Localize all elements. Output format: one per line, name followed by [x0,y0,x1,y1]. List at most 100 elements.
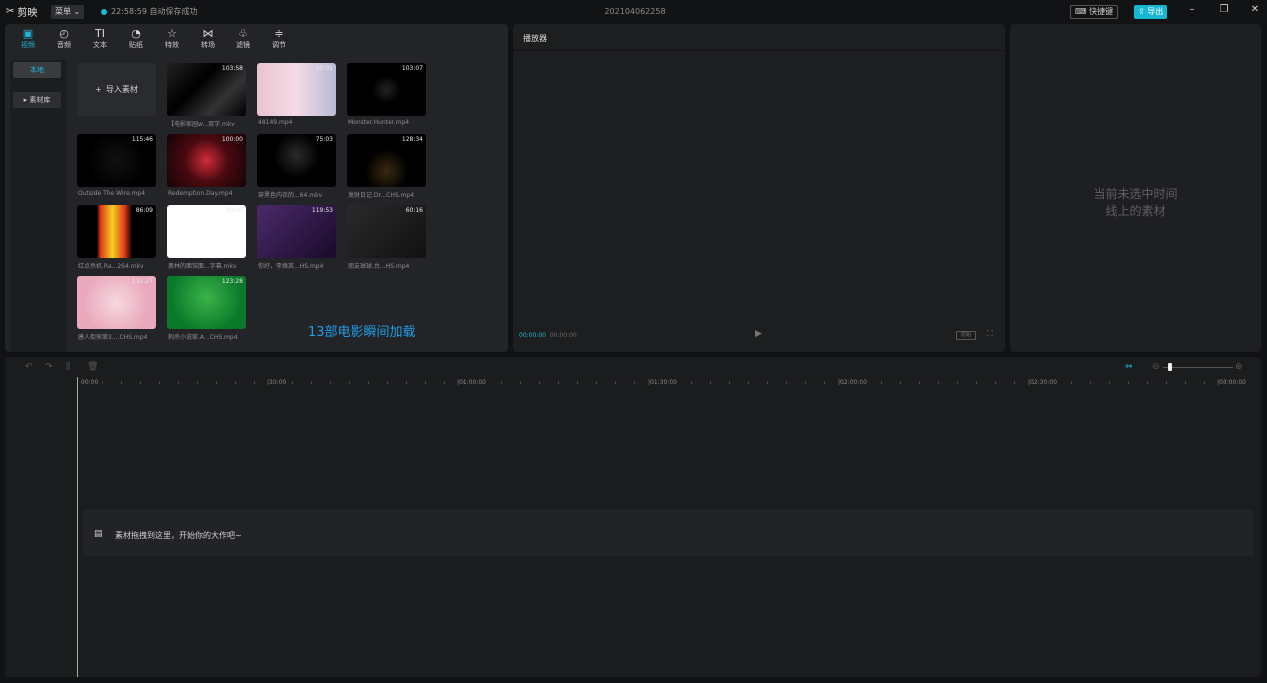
media-filename: 48149.mp4 [258,119,293,126]
ruler-tick [691,381,692,384]
media-item[interactable]: 00:00 奥林的面馆面...字幕.mkv [167,205,246,270]
menu-button[interactable]: 菜单 ⌄ [51,5,85,19]
media-item[interactable]: 119:53 你好，李焕英...HS.mp4 [257,205,336,270]
close-icon[interactable]: ✕ [1247,4,1263,15]
ruler-tick [1242,381,1243,384]
tab-1[interactable]: ◴ 音频 [46,27,82,50]
app-logo: ✂ 剪映 [6,4,37,19]
magnet-snap-icon[interactable]: ⇔ [1125,362,1133,372]
tab-4[interactable]: ☆ 特效 [154,27,190,50]
media-duration: 103:07 [401,65,423,72]
media-item[interactable]: 103:58 【电影家园w...双字.mkv [167,63,246,128]
ruler-tick [387,381,388,384]
delete-icon[interactable]: 🗑 [87,362,98,372]
ruler-tick [330,381,331,384]
ruler-tick [976,381,977,384]
media-duration: 100:00 [221,136,243,143]
media-duration: 128:34 [401,136,423,143]
media-duration: 115:46 [131,136,153,143]
ruler-tick [216,381,217,384]
ruler-tick [1204,381,1205,384]
import-media-button[interactable]: + 导入素材 [77,63,156,116]
player-title: 播放器 [523,34,547,43]
media-thumbnail: 123:28 [167,276,246,329]
media-item[interactable]: 103:07 Monster.Hunter.mp4 [347,63,426,126]
media-item[interactable]: 75:03 穿黑色内衣的...64.mkv [257,134,336,199]
media-thumbnail: 128:34 [347,134,426,187]
main-track-dropzone[interactable] [83,510,1254,556]
ruler-tick [957,381,958,384]
export-icon: ⇪ [1138,7,1145,16]
tab-icon: ☆ [167,27,177,40]
ruler-tick [273,381,274,384]
media-item[interactable]: 60:16 朋友球球.台...HS.mp4 [347,205,426,270]
media-item[interactable]: 00:05 48149.mp4 [257,63,336,126]
ruler-tick [748,381,749,384]
ruler-tick [995,381,996,384]
plus-icon: + [95,85,102,94]
tab-icon: ⋈ [202,27,214,40]
media-item[interactable]: 100:00 Redemption.Day.mp4 [167,134,246,197]
media-filename: 【电影家园w...双字.mkv [168,121,235,128]
aspect-ratio-button[interactable]: 原始 [956,331,976,340]
ruler-tick [292,381,293,384]
ruler-tick [1109,381,1110,384]
playhead[interactable] [77,377,78,677]
sidebar-item-library[interactable]: ▸ 素材库 [13,92,61,108]
fullscreen-icon[interactable]: ⛶ [987,329,993,339]
ruler-tick [254,381,255,384]
ruler-tick [900,381,901,384]
tab-3[interactable]: ◔ 贴纸 [118,27,154,50]
media-thumbnail: 86:09 [77,205,156,258]
track-header-column [5,389,77,677]
ruler-tick [558,381,559,384]
drop-hint: 素材拖拽到这里，开始你的大作吧~ [115,531,242,540]
media-duration: 132:27 [131,278,153,285]
empty-selection-message: 当前未选中时间 线上的素材 [1093,187,1178,218]
tab-6[interactable]: ♧ 滤镜 [225,27,261,50]
ruler-tick [615,381,616,384]
tab-label: 视频 [21,41,35,49]
media-filename: 奥林的面馆面...字幕.mkv [168,263,237,270]
tab-label: 调节 [272,41,286,49]
ruler-tick [178,381,179,384]
media-duration: 119:53 [311,207,333,214]
ruler-tick [425,381,426,384]
ruler-tick [824,381,825,384]
tab-2[interactable]: TI 文本 [82,27,118,50]
redo-icon[interactable]: ↷ [45,362,53,372]
shortcut-button[interactable]: ⌨ 快捷键 [1070,5,1119,19]
media-item[interactable]: 128:34 发财日记.Dr...CHS.mp4 [347,134,426,199]
media-item[interactable]: 132:27 唐人街探案3....CHS.mp4 [77,276,156,341]
zoom-slider-handle[interactable] [1168,363,1172,371]
media-thumbnail: 119:53 [257,205,336,258]
tab-5[interactable]: ⋈ 转场 [190,27,226,50]
ruler-tick [463,381,464,384]
media-filename: 刺杀小说家.A...CHS.mp4 [168,334,238,341]
ruler-tick [577,381,578,384]
zoom-in-icon[interactable]: ⊕ [1235,362,1243,372]
media-item[interactable]: 123:28 刺杀小说家.A...CHS.mp4 [167,276,246,341]
ruler-tick [539,381,540,384]
play-icon[interactable]: ▶ [755,329,762,339]
sidebar-item-local[interactable]: 本地 [13,62,61,78]
media-item[interactable]: 115:46 Outside The Wire.mp4 [77,134,156,197]
tab-icon: ▣ [22,27,34,40]
ruler-tick [83,381,84,384]
maximize-icon[interactable]: ❐ [1216,4,1232,15]
export-button[interactable]: ⇪ 导出 [1134,5,1168,19]
media-duration: 86:09 [135,207,153,214]
split-icon[interactable]: ⫼ [66,362,70,372]
media-thumbnail: 60:16 [347,205,426,258]
zoom-out-icon[interactable]: ⊖ [1152,362,1160,372]
ruler-tick [368,381,369,384]
minimize-icon[interactable]: – [1184,4,1200,15]
tab-7[interactable]: ≑ 调节 [261,27,297,50]
media-thumbnail: 00:00 [167,205,246,258]
zoom-slider-track[interactable] [1163,367,1233,368]
tab-0[interactable]: ▣ 视频 [10,27,46,50]
tab-label: 滤镜 [236,41,250,49]
undo-icon[interactable]: ↶ [25,362,33,372]
media-item[interactable]: 86:09 红点杀机.Ra...264.mkv [77,205,156,270]
tab-icon: ≑ [274,27,284,40]
